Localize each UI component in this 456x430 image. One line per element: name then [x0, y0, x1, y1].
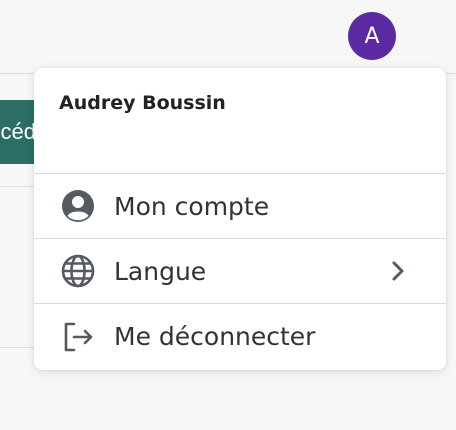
- avatar[interactable]: A: [348, 12, 396, 60]
- menu-item-label: Mon compte: [114, 191, 270, 221]
- page: A céd Audrey Boussin Mon compte Langue M…: [0, 0, 456, 430]
- globe-icon: [60, 253, 96, 289]
- menu-item-language[interactable]: Langue: [34, 239, 446, 304]
- menu-item-account[interactable]: Mon compte: [34, 174, 446, 239]
- top-bar: A: [0, 0, 456, 74]
- logout-icon: [60, 319, 96, 355]
- menu-item-label: Langue: [114, 256, 207, 286]
- menu-header: Audrey Boussin: [34, 68, 446, 174]
- account-circle-icon: [60, 188, 96, 224]
- user-menu: Audrey Boussin Mon compte Langue Me déco…: [34, 68, 446, 370]
- menu-item-label: Me déconnecter: [114, 322, 316, 351]
- chevron-right-icon: [386, 259, 410, 283]
- user-name: Audrey Boussin: [59, 92, 226, 114]
- menu-item-logout[interactable]: Me déconnecter: [34, 304, 446, 369]
